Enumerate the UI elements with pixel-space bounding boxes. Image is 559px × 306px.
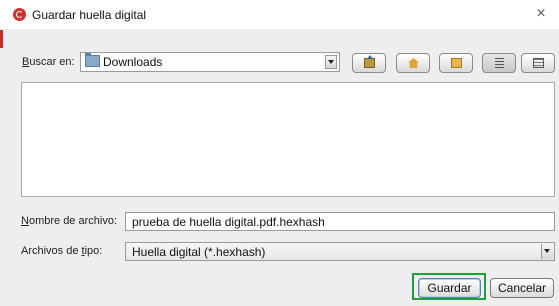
new-folder-icon xyxy=(451,58,462,68)
filename-label-text: ombre de archivo: xyxy=(28,215,117,227)
up-one-level-button[interactable] xyxy=(352,53,386,73)
file-list[interactable] xyxy=(21,82,555,197)
cancel-button[interactable]: Cancelar xyxy=(490,278,554,298)
filename-mnemonic: N xyxy=(21,215,29,227)
home-icon xyxy=(408,58,419,68)
window-title: Guardar huella digital xyxy=(32,8,147,22)
list-view-button[interactable] xyxy=(482,53,516,73)
filename-input[interactable]: prueba de huella digital.pdf.hexhash xyxy=(125,212,555,231)
close-button[interactable]: × xyxy=(531,4,551,24)
filetype-label-before: Archivos de xyxy=(21,245,82,257)
edge-marker xyxy=(0,30,3,48)
look-in-combo[interactable]: Downloads xyxy=(80,52,340,72)
up-folder-icon xyxy=(364,55,375,68)
details-view-button[interactable] xyxy=(521,53,555,73)
chevron-down-icon[interactable] xyxy=(325,55,337,69)
look-in-label: Buscar en: xyxy=(22,56,75,68)
title-bar: Guardar huella digital × xyxy=(0,0,559,29)
chevron-down-icon[interactable] xyxy=(541,244,553,259)
details-view-icon xyxy=(533,58,544,68)
filetype-value: Huella digital (*.hexhash) xyxy=(132,245,266,259)
filetype-label-after: ipo: xyxy=(84,245,103,257)
look-in-value: Downloads xyxy=(103,55,163,69)
home-button[interactable] xyxy=(396,53,430,73)
new-folder-button[interactable] xyxy=(439,53,473,73)
filename-label: Nombre de archivo: xyxy=(21,215,117,227)
look-in-label-text: uscar en: xyxy=(29,56,75,68)
filetype-combo[interactable]: Huella digital (*.hexhash) xyxy=(125,242,555,261)
save-button[interactable]: Guardar xyxy=(418,278,481,298)
app-icon xyxy=(13,8,26,21)
folder-icon xyxy=(85,53,100,67)
list-view-icon xyxy=(495,58,504,68)
filetype-label: Archivos de tipo: xyxy=(21,245,102,257)
